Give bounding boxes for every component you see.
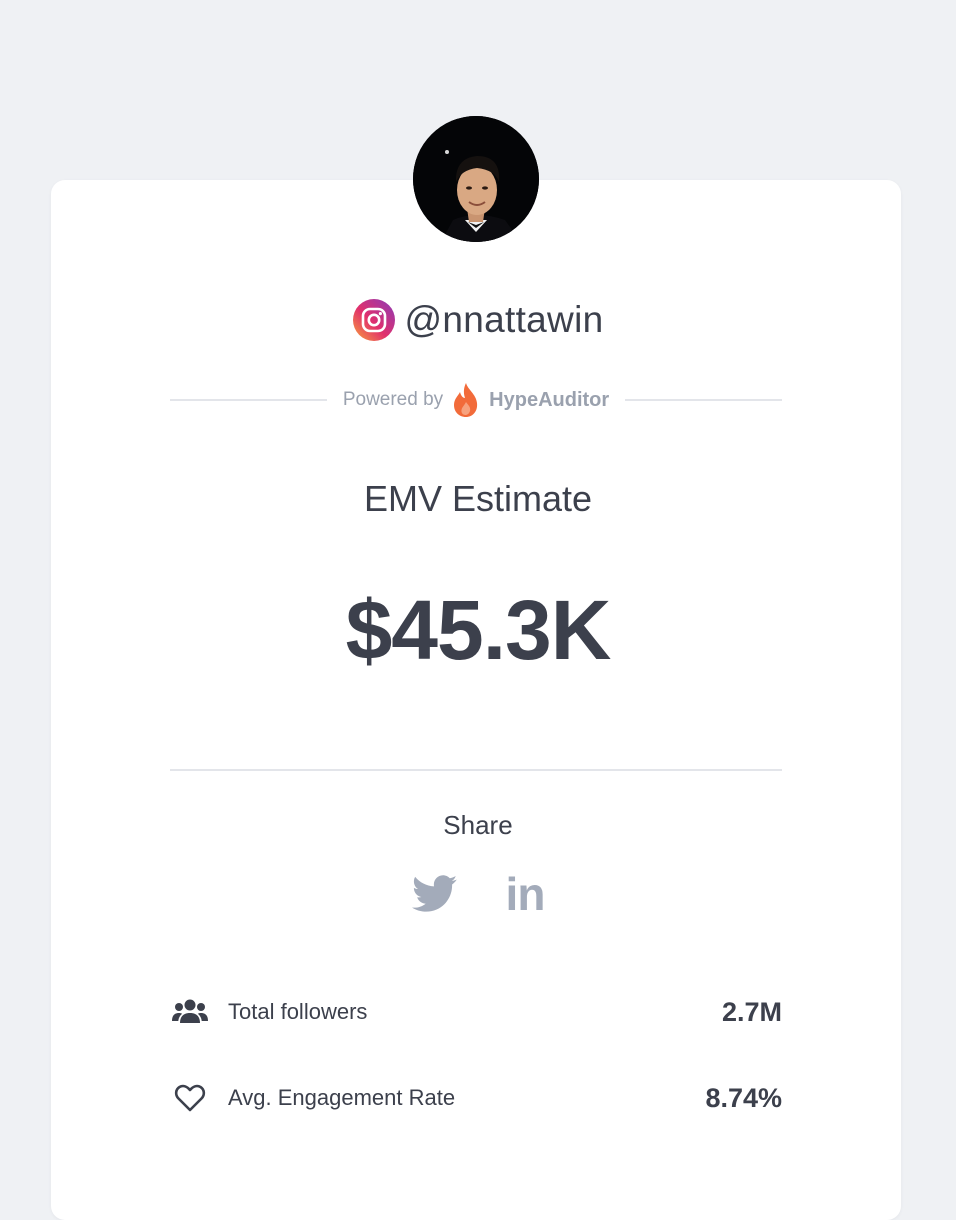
emv-title: EMV Estimate <box>363 478 593 519</box>
powered-by-label: Powered by <box>342 389 444 410</box>
avatar <box>413 116 539 242</box>
stat-value: 8.74% <box>705 1082 782 1113</box>
powered-by-row: Powered by HypeAuditor <box>170 378 782 422</box>
stat-label: Avg. Engagement Rate <box>228 1085 456 1110</box>
profile-handle-row: @nnattawin <box>0 296 956 344</box>
hypeauditor-brand: HypeAuditor <box>489 388 610 411</box>
divider <box>170 769 782 771</box>
linkedin-icon: in <box>505 868 546 920</box>
users-icon <box>170 992 210 1032</box>
divider <box>625 399 782 401</box>
divider <box>170 399 327 401</box>
twitter-share-button[interactable] <box>411 875 458 913</box>
profile-handle: @nnattawin <box>404 299 604 340</box>
share-buttons: in <box>0 868 956 920</box>
stat-label: Total followers <box>228 999 368 1024</box>
share-label: Share <box>443 810 513 840</box>
stat-row-total-followers: Total followers 2.7M <box>170 992 782 1032</box>
stat-row-engagement-rate: Avg. Engagement Rate 8.74% <box>170 1078 782 1118</box>
instagram-icon <box>352 299 395 341</box>
linkedin-share-button[interactable]: in <box>505 868 546 920</box>
flame-icon <box>451 381 481 419</box>
emv-value: $45.3K <box>345 583 612 677</box>
heart-icon <box>170 1078 210 1118</box>
stat-value: 2.7M <box>721 996 782 1027</box>
twitter-icon <box>411 875 457 912</box>
powered-by-link[interactable]: Powered by HypeAuditor <box>327 381 625 419</box>
